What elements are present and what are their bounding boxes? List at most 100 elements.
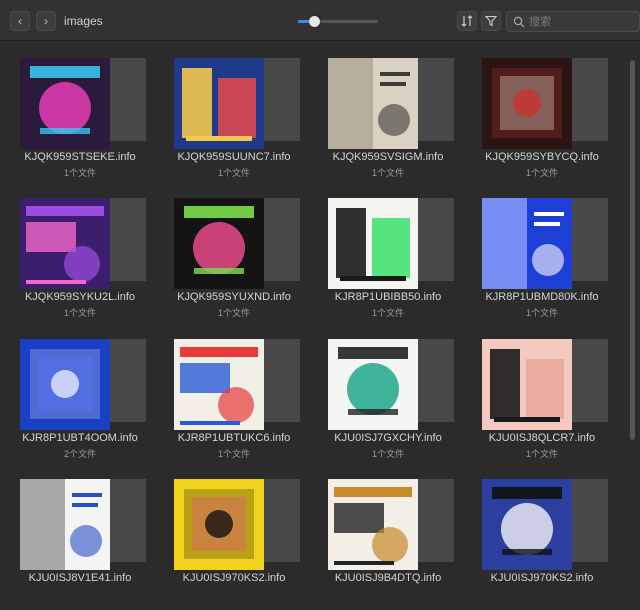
thumbnail-stack-back bbox=[106, 339, 146, 422]
file-item[interactable]: KJU0ISJ7GXCHY.info 1个文件 bbox=[318, 330, 458, 462]
search-box[interactable] bbox=[506, 11, 640, 32]
file-item[interactable]: KJR8P1UBT4OOM.info 2个文件 bbox=[10, 330, 150, 462]
file-name[interactable]: KJQK959SUUNC7.info bbox=[154, 151, 314, 163]
file-thumbnail[interactable] bbox=[472, 49, 612, 149]
file-thumbnail[interactable] bbox=[10, 189, 150, 289]
file-count: 1个文件 bbox=[371, 308, 404, 318]
file-count: 1个文件 bbox=[217, 168, 250, 178]
file-count: 1个文件 bbox=[371, 168, 404, 178]
thumbnail-stack-back bbox=[106, 198, 146, 281]
file-item[interactable]: KJQK959SYKU2L.info 1个文件 bbox=[10, 189, 150, 321]
sort-button[interactable] bbox=[457, 11, 477, 31]
file-name[interactable]: KJU0ISJ8QLCR7.info bbox=[462, 432, 620, 444]
file-name[interactable]: KJU0ISJ7GXCHY.info bbox=[308, 432, 468, 444]
file-item[interactable]: KJQK959SVSIGM.info 1个文件 bbox=[318, 49, 458, 181]
file-name[interactable]: KJQK959SVSIGM.info bbox=[308, 151, 468, 163]
file-count: 1个文件 bbox=[63, 308, 96, 318]
file-item[interactable]: KJR8P1UBIBB50.info 1个文件 bbox=[318, 189, 458, 321]
file-item[interactable]: KJQK959STSEKE.info 1个文件 bbox=[10, 49, 150, 181]
thumbnail-stack-back bbox=[260, 479, 300, 562]
search-input[interactable] bbox=[529, 14, 633, 29]
file-name[interactable]: KJQK959SYUXND.info bbox=[154, 291, 314, 303]
thumbnail-stack-back bbox=[260, 339, 300, 422]
poster-image bbox=[328, 339, 418, 430]
thumbnail-stack-back bbox=[414, 58, 454, 141]
file-thumbnail[interactable] bbox=[10, 49, 150, 149]
file-grid: KJQK959STSEKE.info 1个文件 KJQK959SUUNC7.info… bbox=[0, 41, 620, 610]
thumbnail-stack-back bbox=[414, 479, 454, 562]
scrollbar-thumb[interactable] bbox=[630, 60, 635, 440]
poster-image bbox=[20, 58, 110, 149]
file-item[interactable]: KJU0ISJ970KS2.info bbox=[164, 470, 304, 602]
poster-image bbox=[174, 339, 264, 430]
file-item[interactable]: KJR8P1UBTUKC6.info 1个文件 bbox=[164, 330, 304, 462]
poster-image bbox=[20, 198, 110, 289]
file-name[interactable]: KJU0ISJ970KS2.info bbox=[154, 572, 314, 584]
file-count: 1个文件 bbox=[217, 308, 250, 318]
thumbnail-stack-back bbox=[106, 479, 146, 562]
file-thumbnail[interactable] bbox=[164, 330, 304, 430]
file-name[interactable]: KJR8P1UBIBB50.info bbox=[308, 291, 468, 303]
file-thumbnail[interactable] bbox=[318, 470, 458, 570]
file-name[interactable]: KJU0ISJ9B4DTQ.info bbox=[308, 572, 468, 584]
file-thumbnail[interactable] bbox=[164, 49, 304, 149]
file-thumbnail[interactable] bbox=[318, 189, 458, 289]
file-name[interactable]: KJQK959SYKU2L.info bbox=[0, 291, 160, 303]
file-name[interactable]: KJU0ISJ970KS2.info bbox=[462, 572, 620, 584]
thumbnail-stack-back bbox=[568, 479, 608, 562]
file-count: 1个文件 bbox=[525, 449, 558, 459]
file-thumbnail[interactable] bbox=[10, 330, 150, 430]
thumbnail-stack-back bbox=[260, 58, 300, 141]
sort-icon bbox=[461, 15, 473, 27]
file-item[interactable]: KJQK959SUUNC7.info 1个文件 bbox=[164, 49, 304, 181]
filter-icon bbox=[484, 15, 498, 27]
file-name[interactable]: KJR8P1UBT4OOM.info bbox=[0, 432, 160, 444]
file-thumbnail[interactable] bbox=[318, 49, 458, 149]
file-item[interactable]: KJU0ISJ9B4DTQ.info bbox=[318, 470, 458, 602]
search-icon bbox=[513, 16, 525, 28]
file-name[interactable]: KJR8P1UBTUKC6.info bbox=[154, 432, 314, 444]
poster-image bbox=[482, 198, 572, 289]
file-item[interactable]: KJU0ISJ8QLCR7.info 1个文件 bbox=[472, 330, 612, 462]
file-item[interactable]: KJR8P1UBMD80K.info 1个文件 bbox=[472, 189, 612, 321]
file-item[interactable]: KJU0ISJ8V1E41.info bbox=[10, 470, 150, 602]
file-thumbnail[interactable] bbox=[10, 470, 150, 570]
poster-image bbox=[20, 339, 110, 430]
file-thumbnail[interactable] bbox=[472, 470, 612, 570]
file-name[interactable]: KJQK959STSEKE.info bbox=[0, 151, 160, 163]
file-thumbnail[interactable] bbox=[164, 189, 304, 289]
file-name[interactable]: KJU0ISJ8V1E41.info bbox=[0, 572, 160, 584]
poster-image bbox=[482, 339, 572, 430]
file-count: 1个文件 bbox=[525, 168, 558, 178]
poster-image bbox=[328, 58, 418, 149]
file-item[interactable]: KJQK959SYBYCQ.info 1个文件 bbox=[472, 49, 612, 181]
file-thumbnail[interactable] bbox=[164, 470, 304, 570]
forward-button[interactable]: › bbox=[36, 11, 56, 31]
back-button[interactable]: ‹ bbox=[10, 11, 30, 31]
poster-image bbox=[174, 198, 264, 289]
file-count: 1个文件 bbox=[217, 449, 250, 459]
poster-image bbox=[174, 479, 264, 570]
file-item[interactable]: KJU0ISJ970KS2.info bbox=[472, 470, 612, 602]
file-count: 2个文件 bbox=[63, 449, 96, 459]
file-name[interactable]: KJR8P1UBMD80K.info bbox=[462, 291, 620, 303]
file-count: 1个文件 bbox=[63, 168, 96, 178]
thumbnail-stack-back bbox=[568, 58, 608, 141]
file-item[interactable]: KJQK959SYUXND.info 1个文件 bbox=[164, 189, 304, 321]
file-name[interactable]: KJQK959SYBYCQ.info bbox=[462, 151, 620, 163]
poster-image bbox=[174, 58, 264, 149]
thumbnail-stack-back bbox=[568, 198, 608, 281]
thumbnail-stack-back bbox=[106, 58, 146, 141]
zoom-slider[interactable] bbox=[298, 16, 378, 27]
file-count: 1个文件 bbox=[371, 449, 404, 459]
poster-image bbox=[328, 198, 418, 289]
file-thumbnail[interactable] bbox=[472, 330, 612, 430]
thumbnail-stack-back bbox=[414, 339, 454, 422]
zoom-slider-knob[interactable] bbox=[309, 16, 320, 27]
poster-image bbox=[482, 58, 572, 149]
poster-image bbox=[20, 479, 110, 570]
folder-title: images bbox=[64, 14, 103, 28]
filter-button[interactable] bbox=[481, 11, 501, 31]
file-thumbnail[interactable] bbox=[472, 189, 612, 289]
file-thumbnail[interactable] bbox=[318, 330, 458, 430]
